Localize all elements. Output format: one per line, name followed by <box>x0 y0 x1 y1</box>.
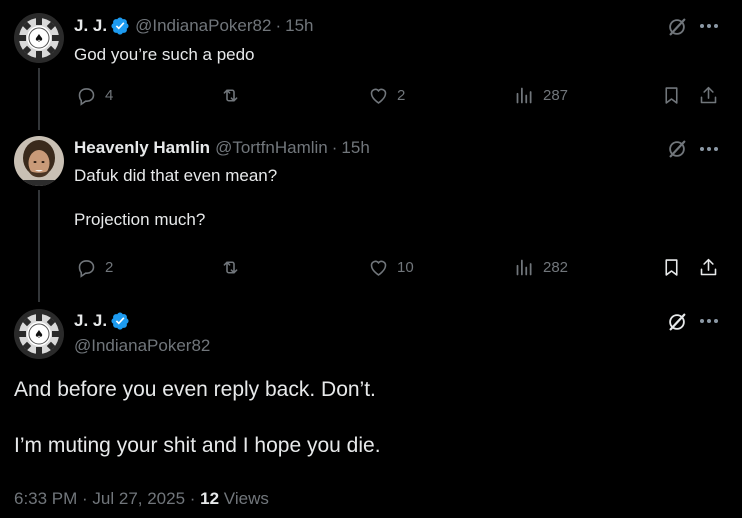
like-button[interactable]: 10 <box>368 257 414 278</box>
bookmark-icon <box>665 87 678 104</box>
share-button[interactable] <box>698 85 719 106</box>
reply-count: 2 <box>105 259 114 276</box>
tweet-metadata: 6:33 PM · Jul 27, 2025 · 12 Views <box>14 489 269 509</box>
views-count: 282 <box>543 259 569 276</box>
like-count: 2 <box>397 87 406 104</box>
verified-badge-icon <box>111 312 129 330</box>
poker-chip-avatar-icon: ♠ <box>14 13 64 63</box>
views-count: 287 <box>543 87 569 104</box>
profile-photo-avatar-icon <box>14 136 64 186</box>
timestamp[interactable]: 15h <box>285 16 313 36</box>
tweet-timestamp[interactable]: 6:33 PM · Jul 27, 2025 · <box>14 489 200 508</box>
timestamp[interactable]: 15h <box>341 138 369 158</box>
views-icon <box>516 259 532 276</box>
thread-line <box>38 68 40 130</box>
bookmark-icon <box>665 259 678 276</box>
main-tweet-header: J. J. <box>74 311 130 331</box>
svg-text:♠: ♠ <box>34 32 44 45</box>
views-button[interactable]: 287 <box>514 85 568 106</box>
more-icon[interactable] <box>700 147 718 151</box>
retweet-button[interactable] <box>220 85 241 106</box>
tweet-header: J. J. @IndianaPoker82 · 15h <box>74 16 314 36</box>
bookmark-button[interactable] <box>661 85 682 106</box>
reply-count: 4 <box>105 87 114 104</box>
main-tweet-handle-row: @IndianaPoker82 <box>74 336 210 356</box>
handle[interactable]: @IndianaPoker82 <box>135 16 271 36</box>
grok-icon[interactable] <box>666 16 688 38</box>
like-icon <box>370 88 387 104</box>
share-icon <box>700 258 717 276</box>
retweet-icon <box>223 89 238 102</box>
avatar[interactable]: ♠ <box>14 13 64 63</box>
grok-icon[interactable] <box>666 138 688 160</box>
like-button[interactable]: 2 <box>368 85 405 106</box>
display-name[interactable]: J. J. <box>74 311 107 331</box>
conversation-thread: ♠ J. J. @IndianaPoker82 · 15h God you’re… <box>0 0 742 518</box>
avatar[interactable]: ♠ <box>14 309 64 359</box>
svg-text:♠: ♠ <box>34 328 44 341</box>
retweet-button[interactable] <box>220 257 241 278</box>
more-icon[interactable] <box>700 24 718 28</box>
more-icon[interactable] <box>700 319 718 323</box>
separator: · <box>275 16 282 35</box>
views-count: 12 <box>200 489 220 508</box>
thread-line <box>38 190 40 302</box>
avatar[interactable] <box>14 136 64 186</box>
reply-icon <box>78 260 95 278</box>
bookmark-button[interactable] <box>661 257 682 278</box>
reply-icon <box>78 88 95 106</box>
handle[interactable]: @TortfnHamlin <box>215 138 328 158</box>
main-tweet-text: And before you even reply back. Don’t. I… <box>14 378 381 457</box>
views-button[interactable]: 282 <box>514 257 568 278</box>
tweet-header: Heavenly Hamlin @TortfnHamlin · 15h <box>74 138 370 158</box>
display-name[interactable]: J. J. <box>74 16 107 36</box>
views-label: Views <box>219 489 269 508</box>
poker-chip-avatar-icon: ♠ <box>14 309 64 359</box>
retweet-icon <box>223 261 238 274</box>
display-name[interactable]: Heavenly Hamlin <box>74 138 210 158</box>
views-icon <box>516 87 532 104</box>
verified-badge-icon <box>111 17 129 35</box>
share-button[interactable] <box>698 257 719 278</box>
tweet-text: Dafuk did that even mean? Projection muc… <box>74 166 278 229</box>
reply-button[interactable]: 2 <box>76 257 113 278</box>
share-icon <box>700 86 717 104</box>
reply-button[interactable]: 4 <box>76 85 113 106</box>
separator: · <box>331 138 338 157</box>
like-icon <box>370 260 387 276</box>
grok-icon[interactable] <box>666 311 688 333</box>
tweet-text: God you’re such a pedo <box>74 45 255 64</box>
like-count: 10 <box>397 259 414 276</box>
handle[interactable]: @IndianaPoker82 <box>74 336 210 356</box>
